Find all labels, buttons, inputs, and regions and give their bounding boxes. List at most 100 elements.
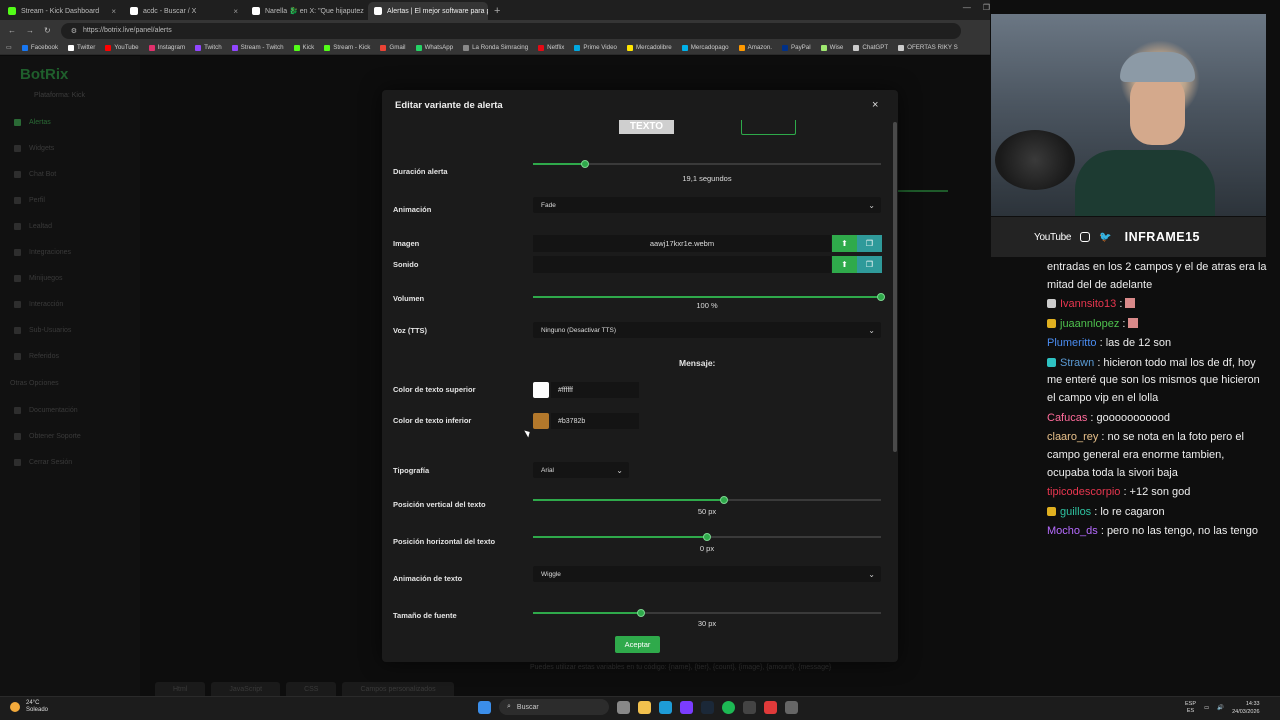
- sidebar-item[interactable]: Interacción: [14, 297, 124, 311]
- edge-icon[interactable]: [659, 700, 672, 714]
- network-icon[interactable]: ▭: [1204, 705, 1209, 711]
- chat-username[interactable]: Cafucas: [1047, 412, 1087, 424]
- duration-slider[interactable]: [533, 160, 881, 168]
- browser-tab[interactable]: acdc - Buscar / X ×: [124, 2, 244, 20]
- sidebar-other-item[interactable]: Cerrar Sesión: [14, 455, 124, 469]
- accept-button[interactable]: Aceptar: [615, 636, 660, 653]
- weather-widget[interactable]: 24°C Soleado: [10, 700, 48, 714]
- window-icon[interactable]: [785, 700, 798, 714]
- sidebar-item[interactable]: Chat Bot: [14, 167, 124, 181]
- bookmark-item[interactable]: Twitter: [68, 44, 95, 51]
- close-icon[interactable]: ×: [872, 99, 878, 111]
- site-info-icon[interactable]: ⚙: [71, 27, 77, 35]
- windows-start-icon[interactable]: [478, 700, 491, 714]
- taskbar-search[interactable]: ⌕ Buscar: [499, 699, 609, 715]
- upload-image-button[interactable]: ⬆: [832, 235, 857, 252]
- voice-select[interactable]: Ninguno (Desactivar TTS) ⌄: [533, 322, 881, 338]
- volume-slider[interactable]: [533, 293, 885, 301]
- horizontal-position-slider[interactable]: [533, 533, 881, 541]
- sidebar-item[interactable]: Perfil: [14, 193, 124, 207]
- task-view-icon[interactable]: [617, 700, 630, 714]
- file-explorer-icon[interactable]: [638, 700, 651, 714]
- top-color-swatch[interactable]: [533, 382, 549, 398]
- sidebar-item[interactable]: Widgets: [14, 141, 124, 155]
- bookmark-item[interactable]: Stream - Twitch: [231, 44, 284, 51]
- typography-select[interactable]: Arial ⌄: [533, 462, 629, 478]
- bookmarks-menu-icon[interactable]: ▭: [6, 44, 12, 51]
- vertical-position-slider[interactable]: [533, 496, 881, 504]
- bottom-color-input[interactable]: #b3782b: [551, 413, 639, 429]
- bookmark-item[interactable]: Netflix: [538, 44, 564, 51]
- library-image-button[interactable]: ❐: [857, 235, 882, 252]
- tab-custom-fields[interactable]: Campos personalizados: [342, 682, 454, 697]
- maximize-icon[interactable]: ❐: [983, 3, 990, 12]
- bookmark-item[interactable]: ChatGPT: [853, 44, 888, 51]
- bookmark-item[interactable]: Gmail: [380, 44, 406, 51]
- close-tab-icon[interactable]: ×: [111, 7, 116, 16]
- font-size-slider[interactable]: [533, 609, 881, 617]
- bookmark-item[interactable]: Wise: [820, 44, 843, 51]
- chat-username[interactable]: Ivannsito13: [1060, 298, 1116, 310]
- duration-slider-thumb[interactable]: [581, 160, 590, 168]
- app-icon[interactable]: [743, 700, 756, 714]
- tab-css[interactable]: CSS: [286, 682, 337, 697]
- chat-username[interactable]: juaannlopez: [1060, 318, 1119, 330]
- horizontal-position-slider-thumb[interactable]: [703, 533, 711, 541]
- modal-scrollbar[interactable]: [893, 122, 897, 452]
- clock[interactable]: 14:33 24/03/2026: [1232, 700, 1260, 716]
- sidebar-item[interactable]: Minijuegos: [14, 271, 124, 285]
- library-sound-button[interactable]: ❐: [857, 256, 882, 273]
- bottom-color-swatch[interactable]: [533, 413, 549, 429]
- bookmark-item[interactable]: Mercadolibre: [626, 44, 672, 51]
- bookmark-item[interactable]: La Ronda Simracing: [463, 44, 528, 51]
- browser-tab[interactable]: Stream - Kick Dashboard ×: [2, 2, 122, 20]
- volume-slider-thumb[interactable]: [877, 293, 885, 301]
- sidebar-item[interactable]: Referidos: [14, 349, 124, 363]
- language[interactable]: ESP: [1185, 701, 1196, 707]
- chat-username[interactable]: guillos: [1060, 506, 1091, 518]
- bookmark-item[interactable]: PayPal: [782, 44, 811, 51]
- tab-html[interactable]: Html: [155, 682, 206, 697]
- bookmark-item[interactable]: Stream - Kick: [324, 44, 370, 51]
- bookmark-item[interactable]: Mercadopago: [681, 44, 729, 51]
- spotify-icon[interactable]: [722, 700, 735, 714]
- steam-icon[interactable]: [701, 700, 714, 714]
- sidebar-item[interactable]: Lealtad: [14, 219, 124, 233]
- bookmark-item[interactable]: WhatsApp: [415, 44, 453, 51]
- bookmark-item[interactable]: Kick: [293, 44, 314, 51]
- bookmark-item[interactable]: OFERTAS RIKY S: [898, 44, 958, 51]
- browser-tab[interactable]: Alertas | El mejor software para pe...×: [368, 2, 488, 20]
- chat-username[interactable]: Mocho_ds: [1047, 525, 1098, 537]
- upload-sound-button[interactable]: ⬆: [832, 256, 857, 273]
- sidebar-item[interactable]: Integraciones: [14, 245, 124, 259]
- volume-icon[interactable]: 🔊: [1217, 705, 1224, 711]
- new-tab-button[interactable]: +: [494, 2, 500, 20]
- top-color-input[interactable]: #ffffff: [551, 382, 639, 398]
- vertical-position-slider-thumb[interactable]: [720, 496, 729, 504]
- reload-icon[interactable]: ↻: [44, 26, 51, 35]
- sidebar-item[interactable]: Sub-Usuarios: [14, 323, 124, 337]
- image-file-field[interactable]: aawj17kxr1e.webm: [533, 235, 831, 252]
- font-size-slider-thumb[interactable]: [636, 609, 645, 617]
- chat-username[interactable]: Strawn: [1060, 357, 1094, 369]
- minimize-icon[interactable]: —: [963, 3, 971, 12]
- bookmark-item[interactable]: Facebook: [21, 44, 58, 51]
- chat-username[interactable]: claaro_rey: [1047, 431, 1098, 443]
- back-icon[interactable]: ←: [8, 26, 16, 35]
- animation-select[interactable]: Fade ⌄: [533, 197, 881, 213]
- obs-icon[interactable]: [764, 700, 777, 714]
- chat-username[interactable]: tipicodescorpio: [1047, 486, 1120, 498]
- bookmark-item[interactable]: Twitch: [195, 44, 222, 51]
- bookmark-item[interactable]: YouTube: [105, 44, 139, 51]
- bookmark-item[interactable]: Prime Video: [574, 44, 617, 51]
- bookmark-item[interactable]: Instagram: [148, 44, 185, 51]
- sidebar-other-item[interactable]: Documentación: [14, 403, 124, 417]
- url-field[interactable]: ⚙ https://botrix.live/panel/alerts: [60, 22, 961, 39]
- chat-username[interactable]: Plumeritto: [1047, 337, 1097, 349]
- sidebar-other-item[interactable]: Obtener Soporte: [14, 429, 124, 443]
- bookmark-item[interactable]: Amazon.: [738, 44, 772, 51]
- browser-tab[interactable]: Narella 🐉 en X: "Que hijaputez la...×: [246, 2, 366, 20]
- forward-icon[interactable]: →: [26, 26, 34, 35]
- tab-javascript[interactable]: JavaScript: [211, 682, 281, 697]
- sound-file-field[interactable]: [533, 256, 831, 273]
